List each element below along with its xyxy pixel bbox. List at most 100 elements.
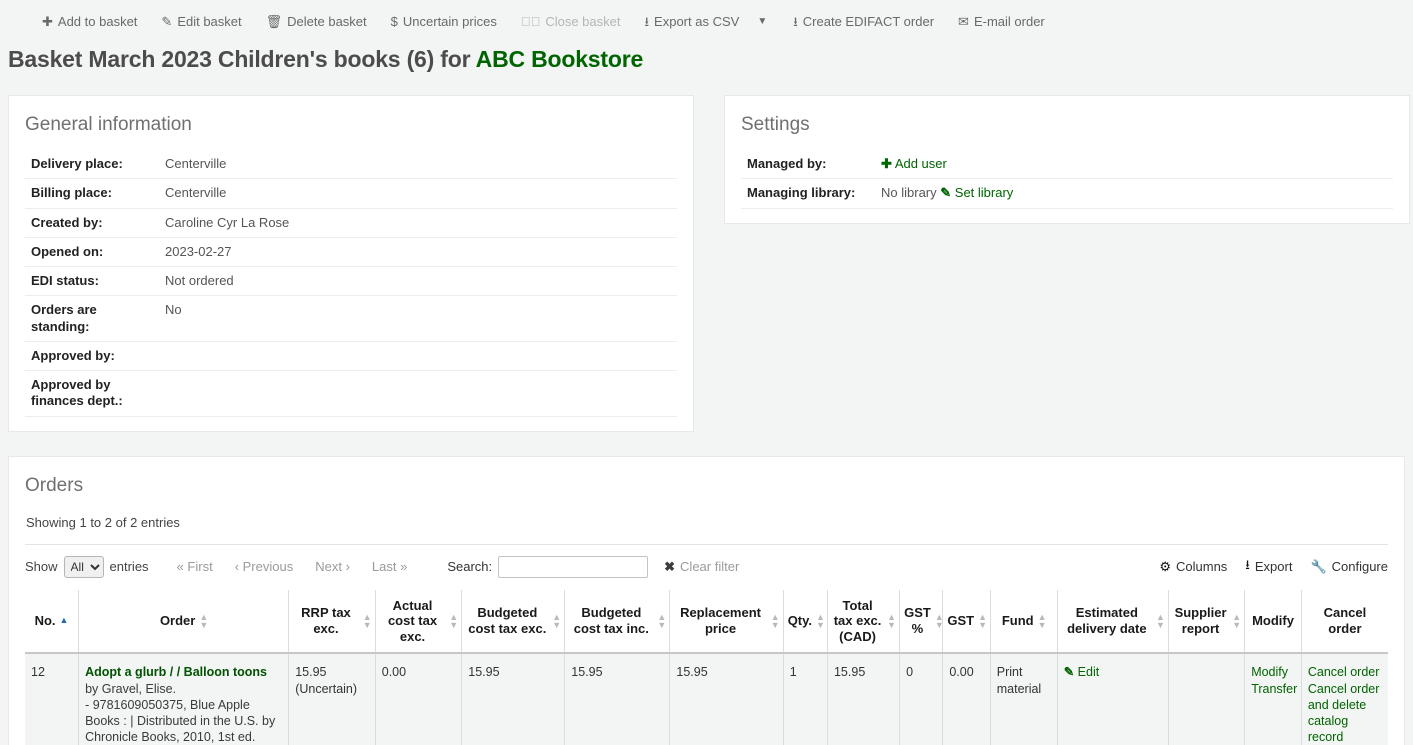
managed-by-value: ✚ Add user xyxy=(873,150,1393,179)
table-row: Managed by: ✚ Add user xyxy=(741,150,1393,179)
search-input[interactable] xyxy=(498,556,648,578)
sort-both-icon: ▲▼ xyxy=(887,613,895,629)
clear-filter-button[interactable]: ✖ Clear filter xyxy=(664,559,739,575)
column-header-budgeted-cost-tax-inc[interactable]: Budgeted cost tax inc.▲▼ xyxy=(565,590,670,654)
add-user-button[interactable]: ✚ Add user xyxy=(881,156,947,171)
sort-both-icon: ▲▼ xyxy=(199,613,207,629)
sort-both-icon: ▲▼ xyxy=(771,613,779,629)
wrench-icon: 🔧 xyxy=(1310,559,1326,575)
pagination-previous[interactable]: ‹ Previous xyxy=(229,557,300,576)
basket-toolbar: ✚ Add to basket ✎ Edit basket 🗑 Delete b… xyxy=(0,0,1413,42)
table-row: EDI status: Not ordered xyxy=(25,267,677,296)
column-header-rrp-tax-exc[interactable]: RRP tax exc.▲▼ xyxy=(289,590,376,654)
entries-length-select[interactable]: All xyxy=(64,556,104,578)
edit-delivery-date-button[interactable]: ✎ Edit xyxy=(1064,665,1100,679)
cancel-order-delete-record-link[interactable]: Cancel order and delete catalog record xyxy=(1308,681,1382,745)
cell-budgeted-cost-tax-exc: 15.95 xyxy=(462,653,565,745)
cell-total-tax-exc: 15.95 xyxy=(827,653,899,745)
general-information-heading: General information xyxy=(25,114,677,136)
sort-both-icon: ▲▼ xyxy=(449,613,457,629)
column-header-gst[interactable]: GST▲▼ xyxy=(943,590,990,654)
managing-library-value: No library ✎ Set library xyxy=(873,179,1393,208)
configure-button[interactable]: 🔧 Configure xyxy=(1310,559,1388,575)
email-order-label: E-mail order xyxy=(974,14,1045,29)
column-label: Replacement price xyxy=(674,605,766,636)
uncertain-prices-button[interactable]: $ Uncertain prices xyxy=(379,10,509,33)
cell-rrp-tax-exc: 15.95 (Uncertain) xyxy=(289,653,376,745)
sort-both-icon: ▲▼ xyxy=(1232,613,1240,629)
pagination-first[interactable]: « First xyxy=(171,557,219,576)
sort-both-icon: ▲▼ xyxy=(1038,613,1046,629)
cell-gst: 0.00 xyxy=(943,653,990,745)
columns-button[interactable]: ⚙ Columns xyxy=(1159,559,1227,575)
column-label: GST % xyxy=(904,605,931,636)
general-information-table: Delivery place: Centerville Billing plac… xyxy=(25,150,677,417)
column-label: Budgeted cost tax exc. xyxy=(466,605,548,636)
sort-both-icon: ▲▼ xyxy=(935,613,943,629)
column-header-replacement-price[interactable]: Replacement price ▲▼ xyxy=(670,590,783,654)
table-row: Approved by: xyxy=(25,341,677,370)
managed-by-label: Managed by: xyxy=(741,150,873,179)
transfer-link[interactable]: Transfer xyxy=(1251,681,1295,697)
order-title-link[interactable]: Adopt a glurb / / Balloon toons xyxy=(85,665,267,679)
caret-down-icon: ▼ xyxy=(757,16,767,27)
entries-label: entries xyxy=(110,559,149,574)
edit-basket-button[interactable]: ✎ Edit basket xyxy=(149,10,253,33)
column-label: Estimated delivery date xyxy=(1062,605,1152,636)
column-header-estimated-delivery-date[interactable]: Estimated delivery date▲▼ xyxy=(1057,590,1168,654)
table-row: Orders are standing: No xyxy=(25,296,677,342)
column-header-actual-cost-tax-exc[interactable]: Actual cost tax exc.▲▼ xyxy=(375,590,462,654)
export-button[interactable]: ⭳ Export xyxy=(1245,556,1292,578)
settings-panel: Settings Managed by: ✚ Add user Managing… xyxy=(724,95,1410,224)
order-meta: - 9781609050375, Blue Apple Books : | Di… xyxy=(85,697,282,745)
export-as-csv-label: Export as CSV xyxy=(654,14,739,29)
column-header-cancel-order: Cancel order xyxy=(1301,590,1388,654)
approved-by-value xyxy=(157,341,677,370)
dollar-icon: $ xyxy=(391,15,398,28)
clear-filter-label: Clear filter xyxy=(680,559,739,574)
pagination: « First ‹ Previous Next › Last » xyxy=(171,557,414,576)
pagination-last[interactable]: Last » xyxy=(366,557,413,576)
export-as-csv-button[interactable]: ⭳ Export as CSV xyxy=(632,10,751,33)
add-to-basket-label: Add to basket xyxy=(58,14,138,29)
column-header-modify: Modify xyxy=(1245,590,1302,654)
cancel-order-link[interactable]: Cancel order xyxy=(1308,664,1382,680)
set-library-button[interactable]: ✎ Set library xyxy=(940,185,1013,200)
create-edifact-order-button[interactable]: ⭳ Create EDIFACT order xyxy=(781,10,946,33)
column-header-order[interactable]: Order▲▼ xyxy=(79,590,289,654)
configure-label: Configure xyxy=(1332,559,1388,574)
column-label: Supplier report xyxy=(1173,605,1228,636)
export-dropdown-caret[interactable]: ▼ xyxy=(751,12,781,31)
modify-link[interactable]: Modify xyxy=(1251,664,1295,680)
managing-library-label: Managing library: xyxy=(741,179,873,208)
add-to-basket-button[interactable]: ✚ Add to basket xyxy=(30,10,149,33)
cell-order: Adopt a glurb / / Balloon toons by Grave… xyxy=(79,653,289,745)
column-label: Order xyxy=(160,613,195,629)
billing-place-label: Billing place: xyxy=(25,179,157,208)
pagination-next[interactable]: Next › xyxy=(309,557,356,576)
vendor-link[interactable]: ABC Bookstore xyxy=(476,46,643,72)
orders-table: No.▲ Order▲▼ RRP tax exc.▲▼ Actual cost … xyxy=(25,590,1388,745)
column-header-no[interactable]: No.▲ xyxy=(25,590,79,654)
delete-basket-button[interactable]: 🗑 Delete basket xyxy=(254,10,379,33)
info-panels: General information Delivery place: Cent… xyxy=(8,95,1405,432)
datatable-controls: Show All entries « First ‹ Previous Next… xyxy=(25,544,1388,578)
email-order-button[interactable]: ✉ E-mail order xyxy=(946,10,1057,33)
column-header-gst-pct[interactable]: GST %▲▼ xyxy=(900,590,943,654)
sort-both-icon: ▲▼ xyxy=(816,613,824,629)
search-control: Search: xyxy=(447,556,648,578)
delete-basket-label: Delete basket xyxy=(287,14,367,29)
column-header-supplier-report[interactable]: Supplier report▲▼ xyxy=(1168,590,1244,654)
columns-label: Columns xyxy=(1176,559,1227,574)
cell-budgeted-cost-tax-inc: 15.95 xyxy=(565,653,670,745)
close-icon: ✖ xyxy=(664,559,675,575)
column-header-budgeted-cost-tax-exc[interactable]: Budgeted cost tax exc.▲▼ xyxy=(462,590,565,654)
envelope-icon: ✉ xyxy=(958,15,969,28)
pagination-first-label: First xyxy=(187,559,212,574)
column-header-fund[interactable]: Fund▲▼ xyxy=(990,590,1057,654)
table-row: Approved by finances dept.: xyxy=(25,371,677,417)
column-header-total-tax-exc[interactable]: Total tax exc. (CAD)▲▼ xyxy=(827,590,899,654)
column-label: Total tax exc. (CAD) xyxy=(832,598,883,645)
column-header-qty[interactable]: Qty.▲▼ xyxy=(783,590,827,654)
sort-both-icon: ▲▼ xyxy=(552,613,560,629)
